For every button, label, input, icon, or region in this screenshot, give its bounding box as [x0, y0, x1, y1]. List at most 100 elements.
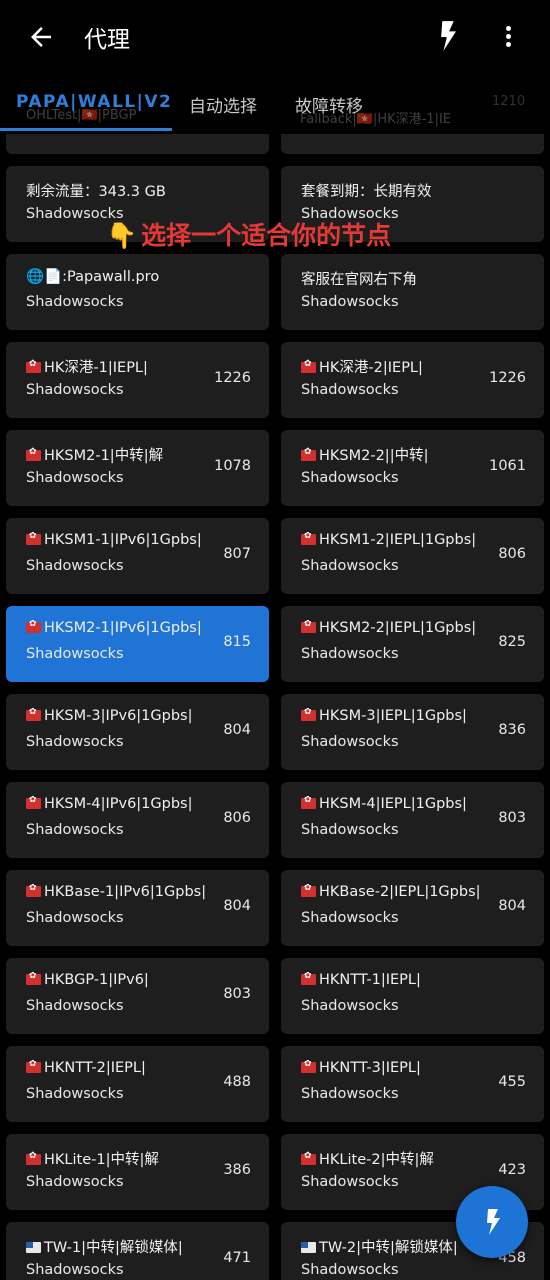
node-delay: 803 [223, 986, 251, 1002]
tab-papawall[interactable]: PAPA|WALL|V2 [16, 92, 172, 112]
node-type: Shadowsocks [26, 1174, 124, 1190]
node-card[interactable]: HKSM-4|IEPL|1Gpbs| Shadowsocks 803 [281, 782, 544, 858]
node-name-text: TW-1|中转|解锁媒体| [44, 1240, 183, 1256]
node-name-text: HKSM-3|IEPL|1Gpbs| [319, 708, 467, 724]
node-name: HKBase-1|IPv6|1Gpbs| [26, 884, 206, 900]
hk-flag-icon [301, 1060, 316, 1073]
tab-indicator [0, 128, 172, 131]
node-name: TW-2|中转|解锁媒体| [301, 1236, 458, 1257]
node-card[interactable]: HKBase-1|IPv6|1Gpbs| Shadowsocks 804 [6, 870, 269, 946]
node-delay: 386 [223, 1162, 251, 1178]
node-card[interactable]: HKBase-2|IEPL|1Gpbs| Shadowsocks 804 [281, 870, 544, 946]
node-card[interactable]: HKLite-1|中转|解 Shadowsocks 386 [6, 1134, 269, 1210]
tw-flag-icon [26, 1242, 41, 1253]
node-type: Shadowsocks [26, 558, 124, 574]
node-card[interactable]: 客服在官网右下角 Shadowsocks [281, 254, 544, 330]
node-card-partial[interactable] [6, 134, 269, 154]
node-card[interactable]: HKSM-4|IPv6|1Gpbs| Shadowsocks 806 [6, 782, 269, 858]
node-delay: 807 [223, 546, 251, 562]
hk-flag-icon [301, 532, 316, 545]
node-card[interactable]: HKSM2-1|IPv6|1Gpbs| Shadowsocks 815 [6, 606, 269, 682]
node-type: Shadowsocks [26, 734, 124, 750]
node-name-text: TW-2|中转|解锁媒体| [319, 1240, 458, 1256]
node-name-text: HKSM2-1|中转|解 [44, 448, 164, 464]
node-card[interactable]: HKSM2-1|中转|解 Shadowsocks 1078 [6, 430, 269, 506]
hk-flag-icon [301, 972, 316, 985]
node-name-text: HKLite-1|中转|解 [44, 1152, 159, 1168]
node-name-text: 套餐到期：长期有效 [301, 184, 432, 200]
node-card[interactable]: HK深港-1|IEPL| Shadowsocks 1226 [6, 342, 269, 418]
node-name-text: HKLite-2|中转|解 [319, 1152, 434, 1168]
node-name-text: HKSM1-1|IPv6|1Gpbs| [44, 532, 202, 548]
node-type: Shadowsocks [301, 382, 399, 398]
node-name: 套餐到期：长期有效 [301, 180, 432, 201]
node-card[interactable]: HKNTT-3|IEPL| Shadowsocks 455 [281, 1046, 544, 1122]
node-name: HKSM2-2||中转| [301, 444, 428, 465]
hk-flag-icon [26, 708, 41, 721]
node-type: Shadowsocks [301, 1086, 399, 1102]
speed-test-fab[interactable] [456, 1186, 528, 1258]
node-name-text: HKNTT-3|IEPL| [319, 1060, 421, 1076]
node-type: Shadowsocks [301, 558, 399, 574]
node-name: HKSM-3|IEPL|1Gpbs| [301, 708, 467, 724]
node-card[interactable]: HKNTT-2|IEPL| Shadowsocks 488 [6, 1046, 269, 1122]
node-type: Shadowsocks [301, 1262, 399, 1278]
node-card[interactable]: HKNTT-1|IEPL| Shadowsocks [281, 958, 544, 1034]
app-bar: 代理 [0, 0, 550, 72]
hk-flag-icon [26, 447, 41, 461]
node-type: Shadowsocks [26, 822, 124, 838]
node-name: 剩余流量：343.3 GB [26, 180, 166, 201]
node-list[interactable]: 剩余流量：343.3 GB Shadowsocks 套餐到期：长期有效 Shadows… [0, 134, 550, 1280]
node-type: Shadowsocks [26, 470, 124, 486]
node-delay: 423 [498, 1162, 526, 1178]
node-name-text: HKSM-4|IEPL|1Gpbs| [319, 796, 467, 812]
arrow-left-icon[interactable] [26, 22, 56, 52]
tw-flag-icon [301, 1242, 316, 1253]
node-card[interactable]: HKSM2-2|IEPL|1Gpbs| Shadowsocks 825 [281, 606, 544, 682]
node-card[interactable]: HKSM-3|IPv6|1Gpbs| Shadowsocks 804 [6, 694, 269, 770]
node-name: HKSM2-1|中转|解 [26, 444, 163, 465]
node-type: Shadowsocks [301, 734, 399, 750]
hk-flag-icon [301, 447, 316, 461]
node-delay: 803 [498, 810, 526, 826]
node-name-text: HKSM-4|IPv6|1Gpbs| [44, 796, 193, 812]
node-card[interactable]: HKBGP-1|IPv6| Shadowsocks 803 [6, 958, 269, 1034]
node-name-text: HK深港-2|IEPL| [319, 360, 423, 376]
hk-flag-icon [26, 1151, 41, 1165]
node-delay: 1078 [214, 458, 251, 474]
node-delay: 836 [498, 722, 526, 738]
hk-flag-icon [26, 532, 41, 545]
node-name-text: 客服在官网右下角 [301, 272, 417, 288]
hk-flag-icon [26, 359, 41, 373]
tab-bar: OHLTest|🇭🇰|PBGP Fallback|🇭🇰|HK深港-1|IE 12… [0, 72, 550, 134]
node-card[interactable]: HK深港-2|IEPL| Shadowsocks 1226 [281, 342, 544, 418]
more-vert-icon[interactable] [496, 22, 520, 52]
node-card[interactable]: HKSM-3|IEPL|1Gpbs| Shadowsocks 836 [281, 694, 544, 770]
node-delay: 806 [498, 546, 526, 562]
hk-flag-icon [26, 1060, 41, 1073]
node-name-text: HKSM2-2||中转| [319, 448, 429, 464]
node-card-partial[interactable] [281, 134, 544, 154]
node-card[interactable]: HKSM1-1|IPv6|1Gpbs| Shadowsocks 807 [6, 518, 269, 594]
page-title: 代理 [84, 27, 130, 53]
lightning-bolt-icon[interactable] [434, 20, 462, 52]
tab-auto-select[interactable]: 自动选择 [189, 92, 257, 117]
node-name: HK深港-1|IEPL| [26, 356, 148, 377]
hk-flag-icon [301, 620, 316, 633]
hk-flag-icon [301, 884, 316, 897]
tab-failover[interactable]: 故障转移 [295, 92, 363, 117]
node-name-text: HK深港-1|IEPL| [44, 360, 148, 376]
node-delay: 1061 [489, 458, 526, 474]
node-name: HKBGP-1|IPv6| [26, 972, 149, 988]
node-card[interactable]: HKSM2-2||中转| Shadowsocks 1061 [281, 430, 544, 506]
node-card[interactable]: 🌐📄:Papawall.pro Shadowsocks [6, 254, 269, 330]
hint-text: 选择一个适合你的节点 [141, 221, 392, 250]
hk-flag-icon [301, 359, 316, 373]
node-name: 🌐📄:Papawall.pro [26, 268, 159, 285]
node-card[interactable]: HKSM1-2|IEPL|1Gpbs| Shadowsocks 806 [281, 518, 544, 594]
node-delay: 815 [223, 634, 251, 650]
node-name-text: HKSM1-2|IEPL|1Gpbs| [319, 532, 477, 548]
node-card[interactable]: TW-1|中转|解锁媒体| Shadowsocks 471 [6, 1222, 269, 1280]
node-type: Shadowsocks [301, 1174, 399, 1190]
hk-flag-icon [301, 708, 316, 721]
